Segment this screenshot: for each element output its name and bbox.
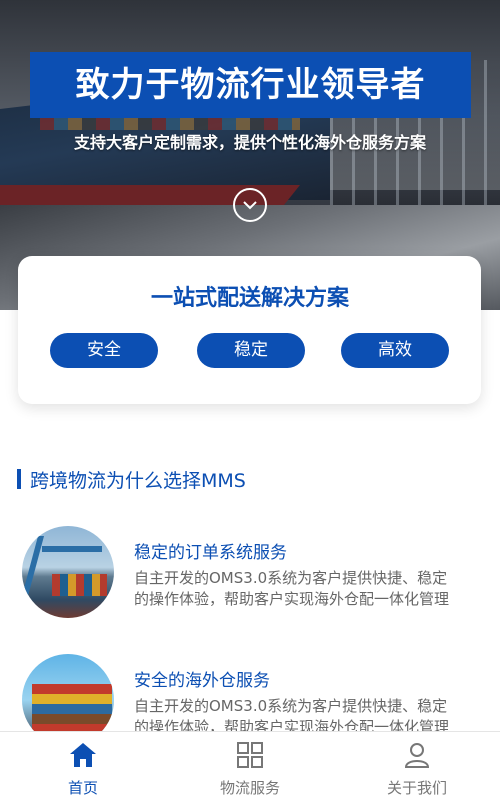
hero-subtitle: 支持大客户定制需求，提供个性化海外仓服务方案 xyxy=(73,133,426,152)
home-icon xyxy=(70,743,96,767)
feature-image-port xyxy=(22,526,114,618)
grid-icon xyxy=(237,742,263,768)
feature-desc-line: 自主开发的OMS3.0系统为客户提供快捷、稳定 xyxy=(134,697,448,715)
chevron-down-icon xyxy=(243,201,257,210)
tab-label: 物流服务 xyxy=(219,779,280,797)
scroll-down-button[interactable] xyxy=(233,188,267,222)
hero-title: 致力于物流行业领导者 xyxy=(75,65,426,105)
tab-about[interactable]: 关于我们 xyxy=(334,732,500,801)
bottom-tab-bar: 首页 物流服务 关于我们 xyxy=(0,731,500,801)
feature-title[interactable]: 安全的海外仓服务 xyxy=(134,666,270,691)
pill-stable[interactable]: 稳定 xyxy=(197,333,305,368)
feature-desc: 自主开发的OMS3.0系统为客户提供快捷、稳定 的操作体验，帮助客户实现海外仓配… xyxy=(134,568,479,610)
user-icon xyxy=(404,743,430,768)
pill-efficient[interactable]: 高效 xyxy=(341,333,449,368)
tab-label: 首页 xyxy=(67,779,98,797)
section-accent-bar xyxy=(17,469,21,489)
tab-logistics[interactable]: 物流服务 xyxy=(167,732,333,801)
solution-card xyxy=(18,256,481,404)
solution-title: 一站式配送解决方案 xyxy=(150,286,349,311)
feature-title[interactable]: 稳定的订单系统服务 xyxy=(134,538,287,563)
tab-label: 关于我们 xyxy=(386,779,447,797)
feature-desc-line: 自主开发的OMS3.0系统为客户提供快捷、稳定 xyxy=(134,569,448,587)
pill-safe[interactable]: 安全 xyxy=(50,333,158,368)
section-title: 跨境物流为什么选择MMS xyxy=(30,470,246,492)
tab-home[interactable]: 首页 xyxy=(0,732,166,801)
feature-desc-line: 的操作体验，帮助客户实现海外仓配一体化管理 xyxy=(134,590,450,608)
